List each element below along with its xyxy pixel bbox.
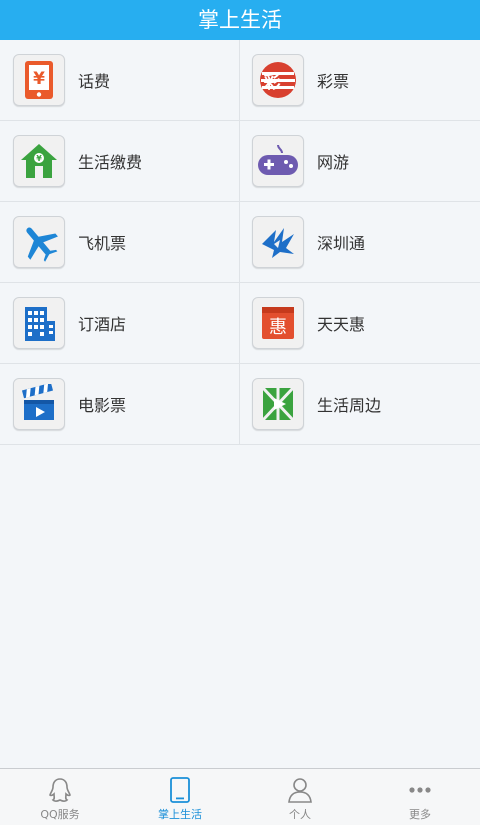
grid-item-label: 话费 — [78, 72, 111, 91]
tab-personal[interactable]: 个人 — [240, 769, 360, 825]
grid-item-nearby-life[interactable]: 生活周边 — [240, 364, 480, 444]
grid-item-utilities[interactable]: ¥ 生活缴费 — [0, 121, 240, 201]
grid-item-label: 生活周边 — [317, 396, 382, 415]
tablet-icon — [169, 777, 191, 803]
grid-item-label: 生活缴费 — [78, 153, 143, 172]
grid-item-air-tickets[interactable]: 飞机票 — [0, 202, 240, 282]
grid-item-movie-tickets[interactable]: 电影票 — [0, 364, 240, 444]
tab-life[interactable]: 掌上生活 — [120, 769, 240, 825]
grid-item-phone-bill[interactable]: ¥ 话费 — [0, 40, 240, 120]
title-bar: 掌上生活 — [0, 0, 480, 40]
grid-item-lottery[interactable]: 彩 彩票 — [240, 40, 480, 120]
person-icon — [287, 777, 313, 803]
airplane-icon — [13, 216, 65, 268]
grid-row: 飞机票 深圳通 — [0, 202, 480, 283]
grid-row: 订酒店 惠 天天惠 — [0, 283, 480, 364]
bottom-tab-bar: QQ服务 掌上生活 个人 更多 — [0, 768, 480, 825]
grid-item-label: 订酒店 — [78, 315, 127, 334]
grid-item-label: 电影票 — [78, 396, 127, 415]
nearby-life-icon — [252, 378, 304, 430]
tab-label: 更多 — [409, 808, 431, 821]
grid-item-label: 彩票 — [317, 72, 350, 91]
svg-text:¥: ¥ — [36, 154, 42, 163]
svg-text:惠: 惠 — [269, 317, 287, 338]
page-title: 掌上生活 — [198, 8, 282, 32]
grid-item-label: 天天惠 — [317, 315, 366, 334]
grid-row: ¥ 生活缴费 网游 — [0, 121, 480, 202]
grid-item-shenzhen-tong[interactable]: 深圳通 — [240, 202, 480, 282]
more-dots-icon — [407, 777, 433, 803]
tab-label: 掌上生活 — [158, 808, 202, 821]
grid-row: 电影票 生活周边 — [0, 364, 480, 445]
tab-more[interactable]: 更多 — [360, 769, 480, 825]
phone-bill-icon: ¥ — [13, 54, 65, 106]
tab-label: QQ服务 — [40, 808, 80, 821]
service-grid: ¥ 话费 彩 彩票 ¥ 生活缴费 网游 飞机票 深圳通 订酒店 惠 天天惠 电影… — [0, 40, 480, 445]
grid-item-label: 网游 — [317, 153, 350, 172]
svg-text:彩: 彩 — [263, 73, 281, 93]
grid-item-label: 深圳通 — [317, 234, 366, 253]
clapperboard-icon — [13, 378, 65, 430]
tab-label: 个人 — [289, 808, 311, 821]
lottery-icon: 彩 — [252, 54, 304, 106]
grid-item-hotel[interactable]: 订酒店 — [0, 283, 240, 363]
daily-deal-icon: 惠 — [252, 297, 304, 349]
grid-item-label: 飞机票 — [78, 234, 127, 253]
grid-row: ¥ 话费 彩 彩票 — [0, 40, 480, 121]
qq-penguin-icon — [47, 777, 73, 803]
tab-qq-service[interactable]: QQ服务 — [0, 769, 120, 825]
grid-item-online-games[interactable]: 网游 — [240, 121, 480, 201]
svg-text:¥: ¥ — [33, 69, 45, 89]
shenzhen-tong-icon — [252, 216, 304, 268]
utilities-home-icon: ¥ — [13, 135, 65, 187]
hotel-icon — [13, 297, 65, 349]
gamepad-icon — [252, 135, 304, 187]
grid-item-daily-deals[interactable]: 惠 天天惠 — [240, 283, 480, 363]
